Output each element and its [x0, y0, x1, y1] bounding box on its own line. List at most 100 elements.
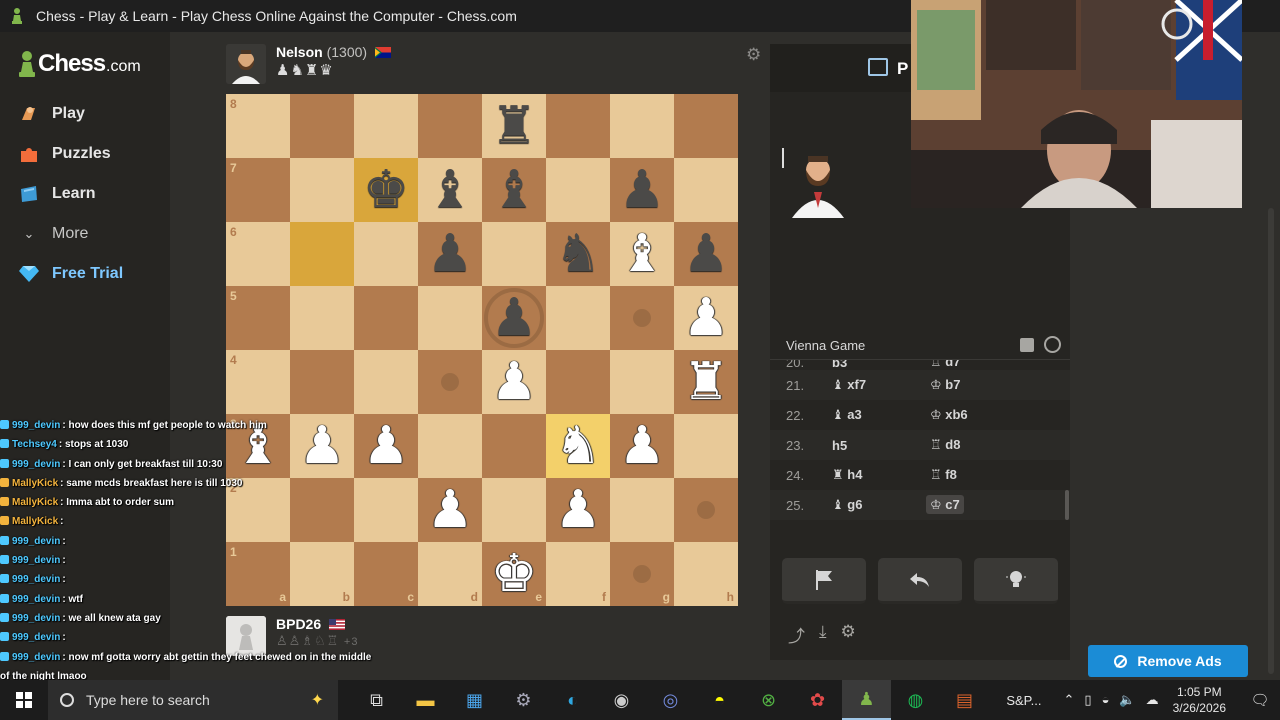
black-knight-piece[interactable]: ♞ [546, 222, 610, 286]
black-move[interactable]: ♖ f8 [930, 467, 957, 482]
square-f7[interactable] [546, 158, 610, 222]
square-f1[interactable]: f [546, 542, 610, 606]
white-move[interactable]: h5 [832, 438, 930, 453]
book-icon[interactable] [1020, 338, 1034, 352]
move-hint-dot[interactable] [633, 565, 651, 583]
obs-icon[interactable]: ◉ [597, 680, 646, 720]
square-c5[interactable] [354, 286, 418, 350]
black-bishop-piece[interactable]: ♝ [482, 158, 546, 222]
remove-ads-button[interactable]: Remove Ads [1088, 645, 1248, 677]
white-knight-piece[interactable]: ♞ [546, 414, 610, 478]
square-a7[interactable]: 7 [226, 158, 290, 222]
square-c4[interactable] [354, 350, 418, 414]
square-h7[interactable] [674, 158, 738, 222]
board-settings-gear-icon[interactable]: ⚙ [746, 46, 762, 63]
sidebar-item-more[interactable]: ⌄ More [0, 214, 170, 254]
square-f5[interactable] [546, 286, 610, 350]
notification-icon[interactable]: 🗨 [1240, 691, 1280, 709]
black-pawn-piece[interactable]: ♟ [610, 158, 674, 222]
white-pawn-piece[interactable]: ♟ [418, 478, 482, 542]
volume-icon[interactable]: 🔈 [1119, 692, 1135, 708]
square-f8[interactable] [546, 94, 610, 158]
steam-icon[interactable]: ⚙ [499, 680, 548, 720]
app-icon[interactable]: ✿ [793, 680, 842, 720]
move-hint-dot[interactable] [697, 501, 715, 519]
square-d1[interactable]: d [418, 542, 482, 606]
black-move[interactable]: ♖ d7 [930, 360, 960, 369]
square-g8[interactable] [610, 94, 674, 158]
square-h4[interactable]: ♜ [674, 350, 738, 414]
white-pawn-piece[interactable]: ♟ [610, 414, 674, 478]
square-c8[interactable] [354, 94, 418, 158]
black-move[interactable]: ♔ b7 [930, 377, 960, 392]
square-d4[interactable] [418, 350, 482, 414]
black-pawn-piece[interactable]: ♟ [482, 286, 546, 350]
undo-button[interactable] [878, 558, 962, 604]
black-king-piece[interactable]: ♚ [354, 158, 418, 222]
black-move[interactable]: ♔ xb6 [930, 407, 968, 422]
square-a6[interactable]: 6 [226, 222, 290, 286]
white-pawn-piece[interactable]: ♟ [482, 350, 546, 414]
taskbar-clock[interactable]: 1:05 PM 3/26/2026 [1173, 684, 1226, 716]
move-list-scrollbar[interactable] [1065, 490, 1069, 520]
square-f3[interactable]: ♞ [546, 414, 610, 478]
white-move[interactable]: ♝ xf7 [832, 377, 930, 393]
square-c7[interactable]: ♚ [354, 158, 418, 222]
square-f4[interactable] [546, 350, 610, 414]
white-king-piece[interactable]: ♚ [482, 542, 546, 606]
sidebar-item-play[interactable]: Play [0, 94, 170, 134]
square-b5[interactable] [290, 286, 354, 350]
square-d3[interactable] [418, 414, 482, 478]
white-pawn-piece[interactable]: ♟ [674, 286, 738, 350]
black-move[interactable]: ♔ c7 [926, 495, 964, 514]
stock-app-icon[interactable]: ▤ [940, 680, 989, 720]
square-d8[interactable] [418, 94, 482, 158]
black-bishop-piece[interactable]: ♝ [418, 158, 482, 222]
page-scrollbar[interactable] [1268, 208, 1274, 674]
move-hint-dot[interactable] [633, 309, 651, 327]
chess-com-logo[interactable]: Chess .com [18, 50, 141, 78]
black-rook-piece[interactable]: ♜ [482, 94, 546, 158]
square-a8[interactable]: 8 [226, 94, 290, 158]
resign-flag-button[interactable] [782, 558, 866, 604]
square-h1[interactable]: h [674, 542, 738, 606]
square-e3[interactable] [482, 414, 546, 478]
square-h8[interactable] [674, 94, 738, 158]
white-move[interactable]: ♜ h4 [832, 467, 930, 483]
square-g1[interactable]: g [610, 542, 674, 606]
square-g3[interactable]: ♟ [610, 414, 674, 478]
network-icon[interactable]: ◒ [1102, 692, 1110, 708]
black-move[interactable]: ♖ d8 [930, 437, 960, 452]
square-g7[interactable]: ♟ [610, 158, 674, 222]
square-a5[interactable]: 5 [226, 286, 290, 350]
settings-gear-icon[interactable]: ⚙ [841, 622, 856, 647]
square-d2[interactable]: ♟ [418, 478, 482, 542]
square-h3[interactable] [674, 414, 738, 478]
black-pawn-piece[interactable]: ♟ [674, 222, 738, 286]
square-b8[interactable] [290, 94, 354, 158]
square-h2[interactable] [674, 478, 738, 542]
square-e2[interactable] [482, 478, 546, 542]
square-h5[interactable]: ♟ [674, 286, 738, 350]
chess-icon[interactable]: ♟ [842, 680, 891, 720]
black-pawn-piece[interactable]: ♟ [418, 222, 482, 286]
cloud-icon[interactable]: ☁ [1146, 692, 1159, 708]
share-icon[interactable]: ⤴ [788, 622, 805, 647]
stock-label[interactable]: S&P... [1006, 693, 1041, 708]
square-d7[interactable]: ♝ [418, 158, 482, 222]
move-list[interactable]: 20. b3 ♖ d7 21. ♝ xf7 ♔ b7 22. ♝ a3 ♔ xb6 23. h5 ♖ … [770, 360, 1070, 532]
square-f2[interactable]: ♟ [546, 478, 610, 542]
square-h6[interactable]: ♟ [674, 222, 738, 286]
white-pawn-piece[interactable]: ♟ [546, 478, 610, 542]
square-e1[interactable]: e ♚ [482, 542, 546, 606]
white-move[interactable]: ♝ a3 [832, 407, 930, 423]
spotify-icon[interactable]: ◍ [891, 680, 940, 720]
sidebar-item-learn[interactable]: Learn [0, 174, 170, 214]
move-hint-dot[interactable] [441, 373, 459, 391]
square-c6[interactable] [354, 222, 418, 286]
square-e8[interactable]: ♜ [482, 94, 546, 158]
square-a4[interactable]: 4 [226, 350, 290, 414]
white-rook-piece[interactable]: ♜ [674, 350, 738, 414]
hint-button[interactable] [974, 558, 1058, 604]
white-move[interactable]: ♝ g6 [832, 497, 930, 513]
